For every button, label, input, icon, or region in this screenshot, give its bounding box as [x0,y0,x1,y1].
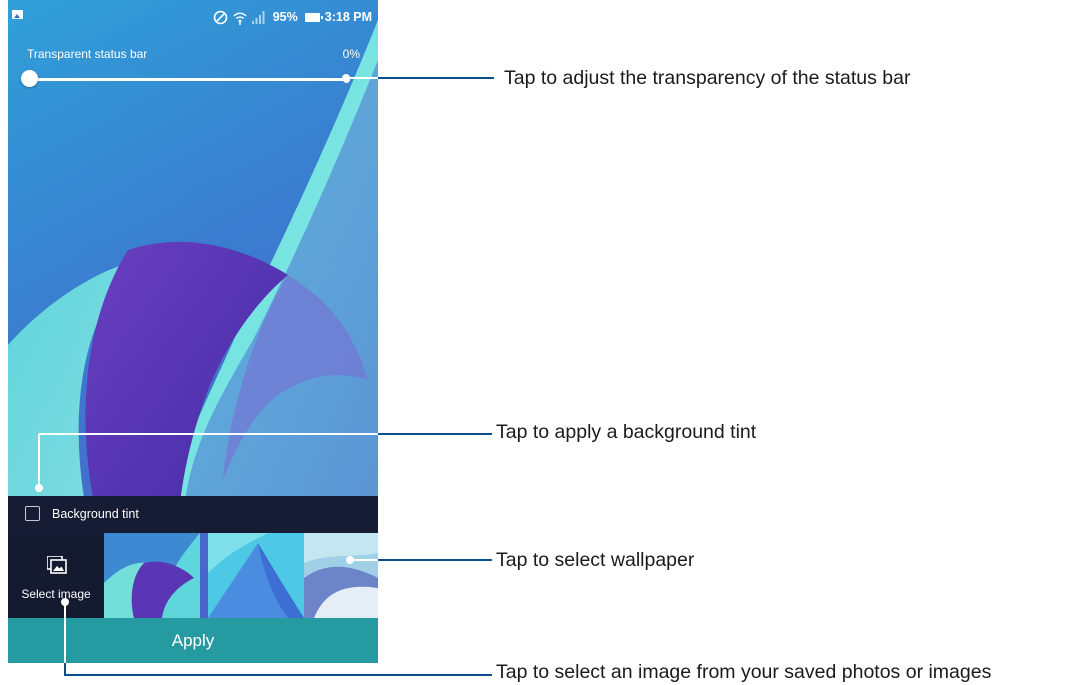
status-icons: 95% 3:18 PM [213,7,372,27]
phone-screen: 95% 3:18 PM Transparent status bar 0% Ba… [8,0,378,663]
background-tint-checkbox[interactable] [25,506,40,521]
battery-icon [304,12,323,22]
callout-line-image [64,663,492,676]
background-tint-row[interactable]: Background tint [8,496,378,533]
callout-status-bar-text: Tap to adjust the transparency of the st… [504,67,911,89]
status-time: 3:18 PM [324,10,372,24]
battery-percent: 95% [272,10,298,24]
transparency-slider-end [343,76,350,83]
wallpaper-thumbnail-3[interactable] [304,533,378,618]
do-not-disturb-icon [213,10,228,24]
callout-tint-text: Tap to apply a background tint [496,421,757,443]
wallpaper-picker: Select image [8,533,378,618]
select-image-label: Select image [21,587,91,601]
status-bar: 95% 3:18 PM [8,0,378,34]
transparency-slider-thumb[interactable] [21,70,38,87]
background-tint-label: Background tint [52,507,139,521]
callout-image-text: Tap to select an image from your saved p… [496,661,992,683]
picture-icon [12,10,23,19]
apply-button[interactable]: Apply [8,618,378,663]
wallpaper-thumbnail-2[interactable] [208,533,304,618]
transparency-slider-value: 0% [342,47,360,61]
signal-icon [251,10,265,24]
callout-wallpaper-text: Tap to select wallpaper [496,549,695,571]
wifi-icon [233,12,247,25]
gallery-icon [47,556,67,574]
wallpaper-thumbnail-1[interactable] [104,533,200,618]
select-image-button[interactable]: Select image [8,533,104,618]
transparency-slider-label: Transparent status bar [27,47,148,61]
transparency-slider-track[interactable] [33,78,349,81]
